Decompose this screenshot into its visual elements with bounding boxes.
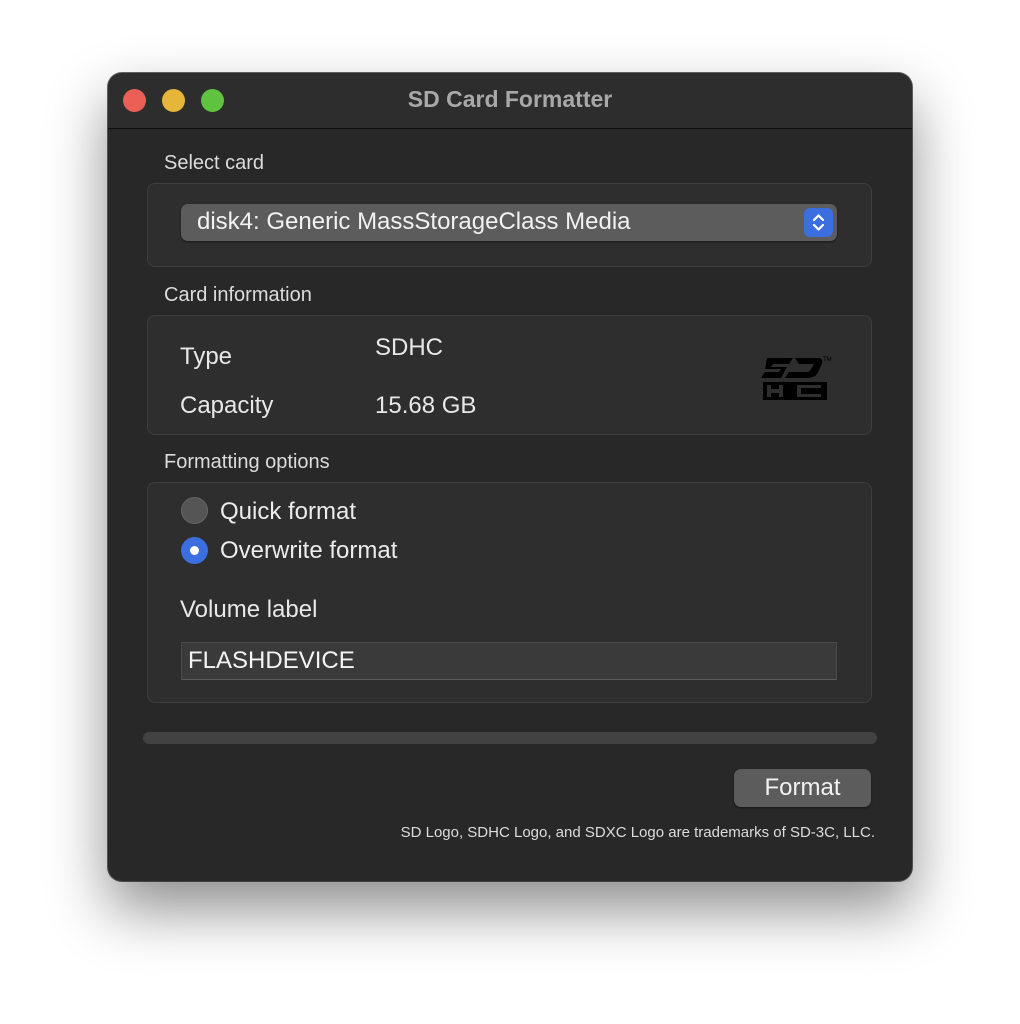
- volume-label-caption: Volume label: [180, 596, 318, 623]
- capacity-label: Capacity: [180, 392, 274, 419]
- capacity-value: 15.68 GB: [375, 392, 477, 419]
- formatting-options-group: Quick format Overwrite format Volume lab…: [147, 482, 872, 703]
- quick-format-radio[interactable]: [181, 497, 208, 524]
- updown-chevron-icon: [804, 208, 833, 237]
- select-card-label: Select card: [164, 152, 265, 174]
- card-select-popup[interactable]: disk4: Generic MassStorageClass Media: [181, 204, 837, 241]
- volume-label-input[interactable]: [181, 642, 837, 680]
- format-button[interactable]: Format: [734, 769, 871, 807]
- quick-format-label[interactable]: Quick format: [220, 498, 356, 526]
- sd-card-formatter-window: SD Card Formatter Select card disk4: Gen…: [108, 73, 912, 881]
- card-information-group: Type SDHC Capacity 15.68 GB TM: [147, 315, 872, 435]
- overwrite-format-label[interactable]: Overwrite format: [220, 537, 397, 565]
- sdhc-logo: TM: [759, 352, 833, 404]
- select-card-group: disk4: Generic MassStorageClass Media: [147, 183, 872, 267]
- card-information-label: Card information: [164, 284, 312, 306]
- overwrite-format-radio[interactable]: [181, 537, 208, 564]
- trademark-notice: SD Logo, SDHC Logo, and SDXC Logo are tr…: [400, 824, 875, 841]
- type-label: Type: [180, 343, 233, 370]
- svg-text:TM: TM: [823, 357, 832, 363]
- window-title: SD Card Formatter: [407, 86, 613, 112]
- formatting-options-label: Formatting options: [164, 451, 330, 473]
- card-select-value: disk4: Generic MassStorageClass Media: [197, 208, 631, 235]
- title-bar[interactable]: SD Card Formatter: [108, 73, 912, 129]
- format-progress-bar: [143, 732, 877, 744]
- type-value: SDHC: [375, 334, 444, 361]
